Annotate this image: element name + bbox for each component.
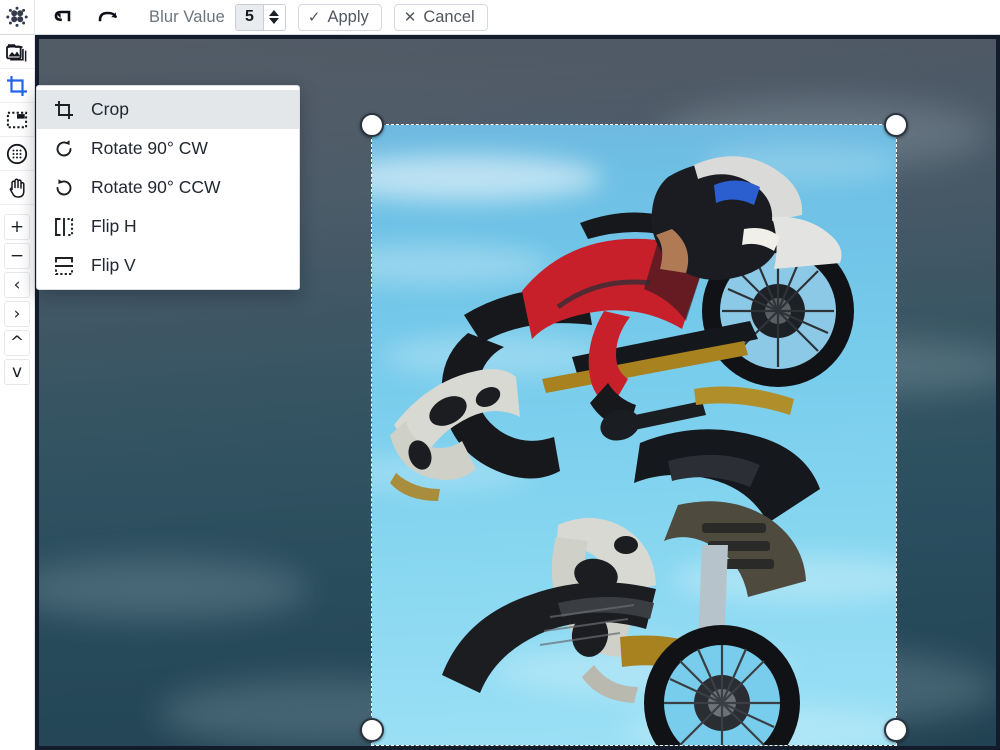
menu-item-flip-v[interactable]: Flip V xyxy=(37,246,299,285)
cancel-button[interactable]: ✕ Cancel xyxy=(393,3,488,31)
rotate-cw-icon xyxy=(53,138,75,160)
sidebar-item-images[interactable] xyxy=(0,35,34,69)
cancel-button-label: Cancel xyxy=(423,7,475,26)
flip-horizontal-icon xyxy=(53,216,75,238)
stepper-down-icon[interactable] xyxy=(269,18,280,24)
sidebar-item-blur-brush[interactable] xyxy=(0,137,34,171)
chevron-right-icon: › xyxy=(13,303,21,324)
image-editor-app: Blur Value 5 ✓ Apply ✕ Cancel + − ‹ › ^ … xyxy=(0,0,1000,750)
pan-right-button[interactable]: › xyxy=(4,301,30,327)
transform-dropdown-menu: Crop Rotate 90° CW Rotate 90° CCW Flip H… xyxy=(36,85,300,290)
close-x-icon: ✕ xyxy=(403,8,417,26)
chevron-up-icon: ^ xyxy=(9,332,25,353)
undo-arrow-icon xyxy=(54,10,71,22)
menu-item-label: Rotate 90° CW xyxy=(91,138,208,158)
zoom-out-button[interactable]: − xyxy=(4,243,30,269)
blur-value-label: Blur Value xyxy=(149,7,225,26)
menu-item-label: Flip H xyxy=(91,216,137,236)
redo-button[interactable] xyxy=(93,4,123,31)
marquee-select-icon xyxy=(6,111,28,128)
stepper-up-icon[interactable] xyxy=(269,10,280,16)
menu-item-label: Rotate 90° CCW xyxy=(91,177,221,197)
menu-item-crop[interactable]: Crop xyxy=(37,90,299,129)
zoom-in-button[interactable]: + xyxy=(4,214,30,240)
crop-icon xyxy=(53,99,75,121)
rail-divider xyxy=(0,205,34,211)
apply-button[interactable]: ✓ Apply xyxy=(297,3,382,31)
zoom-in-icon: + xyxy=(9,216,25,237)
crop-handle-top-left[interactable] xyxy=(360,113,384,137)
flip-vertical-icon xyxy=(53,255,75,277)
menu-item-label: Crop xyxy=(91,99,129,119)
pan-down-button[interactable]: v xyxy=(4,359,30,385)
sidebar-item-pan-hand[interactable] xyxy=(0,171,34,205)
dot-grid-logo-icon xyxy=(6,6,28,27)
left-tool-rail: + − ‹ › ^ v xyxy=(0,35,35,750)
crop-tool-icon xyxy=(7,75,27,96)
sidebar-item-marquee-select[interactable] xyxy=(0,103,34,137)
menu-item-flip-h[interactable]: Flip H xyxy=(37,207,299,246)
motocross-rider-photo-subject xyxy=(390,156,854,745)
crop-handle-top-right[interactable] xyxy=(884,113,908,137)
menu-item-rotate-ccw[interactable]: Rotate 90° CCW xyxy=(37,168,299,207)
menu-item-label: Flip V xyxy=(91,255,136,275)
undo-button[interactable] xyxy=(49,4,79,31)
pan-left-button[interactable]: ‹ xyxy=(4,272,30,298)
crop-handle-bottom-left[interactable] xyxy=(360,718,384,742)
pan-hand-icon xyxy=(9,178,25,198)
blur-value-stepper[interactable]: 5 xyxy=(234,3,286,31)
top-toolbar: Blur Value 5 ✓ Apply ✕ Cancel xyxy=(0,0,1000,35)
sidebar-item-crop[interactable] xyxy=(0,69,34,103)
app-logo[interactable] xyxy=(0,0,35,35)
apply-button-label: Apply xyxy=(327,7,369,26)
images-library-icon xyxy=(6,43,27,62)
blur-brush-icon xyxy=(6,143,28,164)
stepper-arrows[interactable] xyxy=(263,4,285,30)
chevron-down-icon: v xyxy=(11,361,23,382)
redo-arrow-icon xyxy=(98,11,118,22)
blur-value-input[interactable]: 5 xyxy=(235,4,264,30)
check-icon: ✓ xyxy=(307,8,321,26)
menu-item-rotate-cw[interactable]: Rotate 90° CW xyxy=(37,129,299,168)
crop-handle-bottom-right[interactable] xyxy=(884,718,908,742)
chevron-left-icon: ‹ xyxy=(13,274,21,295)
pan-up-button[interactable]: ^ xyxy=(4,330,30,356)
crop-selection-region[interactable] xyxy=(371,124,897,746)
zoom-out-icon: − xyxy=(9,245,25,266)
rotate-ccw-icon xyxy=(53,177,75,199)
